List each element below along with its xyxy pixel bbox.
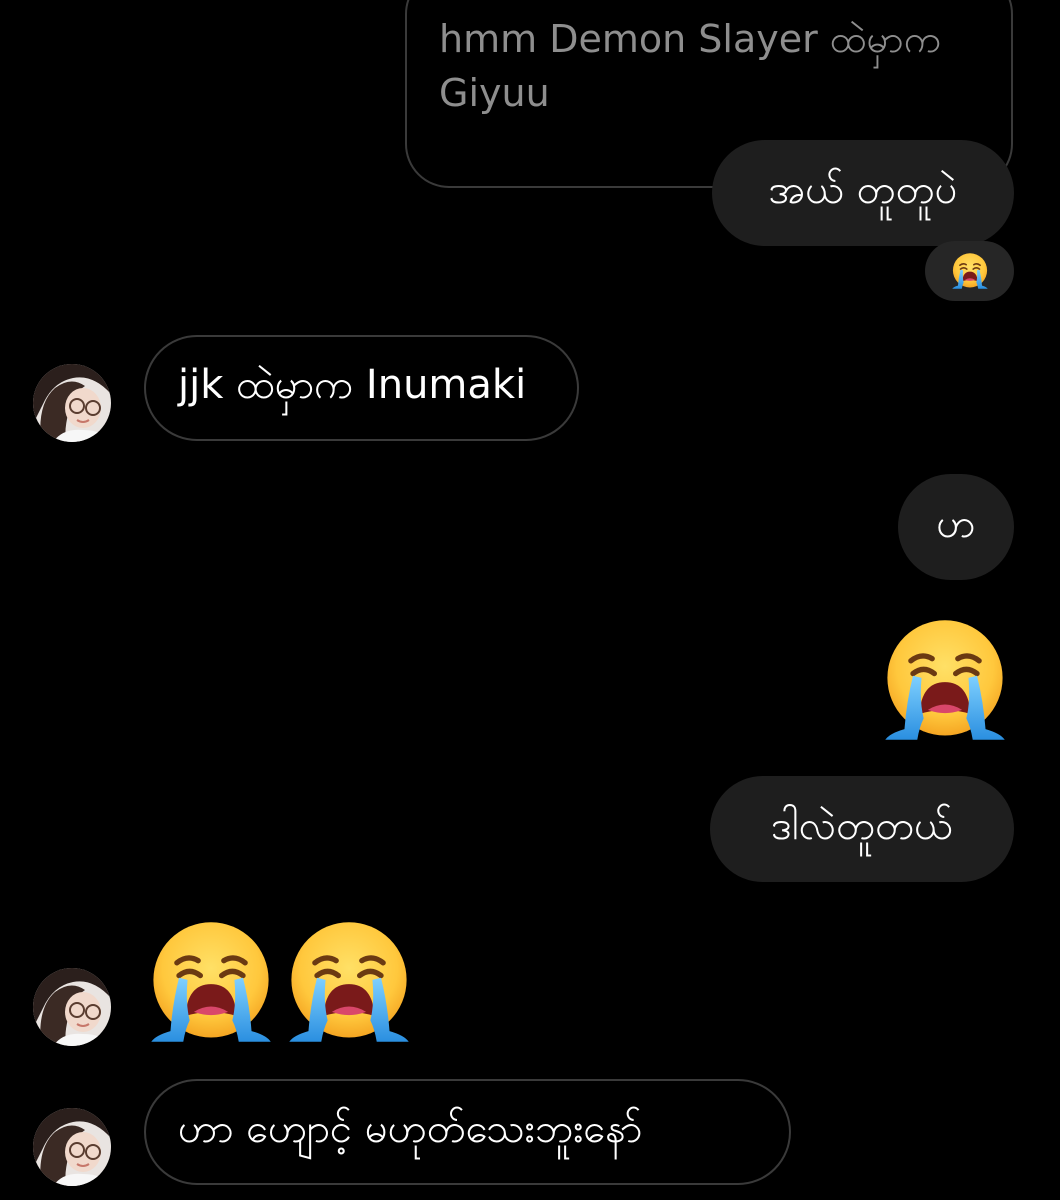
outgoing-message-bubble[interactable]: ဟ — [898, 474, 1014, 580]
message-text: ဟ — [936, 500, 976, 547]
message-text: အယ် တူတူပဲ — [768, 166, 958, 213]
outgoing-message-bubble[interactable]: အယ် တူတူပဲ — [712, 140, 1014, 246]
message-text: ဒါလဲတူတယ် — [771, 802, 953, 849]
reaction-pill[interactable] — [925, 241, 1014, 301]
message-text: jjk ထဲမှာက Inumaki — [178, 361, 527, 408]
quoted-reply-text: hmm Demon Slayer ထဲမှာက Giyuu — [439, 17, 942, 115]
loudly-crying-face-icon — [146, 918, 276, 1046]
emoji-message[interactable] — [880, 616, 1010, 744]
incoming-message-bubble[interactable]: ဟာ ဟျောင့် မဟုတ်သေးဘူးနော် — [144, 1079, 791, 1185]
avatar[interactable] — [33, 364, 111, 442]
avatar[interactable] — [33, 968, 111, 1046]
loudly-crying-face-icon — [951, 252, 989, 290]
avatar[interactable] — [33, 1108, 111, 1186]
incoming-message-bubble[interactable]: jjk ထဲမှာက Inumaki — [144, 335, 579, 441]
loudly-crying-face-icon — [284, 918, 414, 1046]
loudly-crying-face-icon — [880, 616, 1010, 744]
emoji-message[interactable] — [146, 918, 414, 1046]
message-text: ဟာ ဟျောင့် မဟုတ်သေးဘူးနော် — [178, 1105, 643, 1152]
outgoing-message-bubble[interactable]: ဒါလဲတူတယ် — [710, 776, 1014, 882]
